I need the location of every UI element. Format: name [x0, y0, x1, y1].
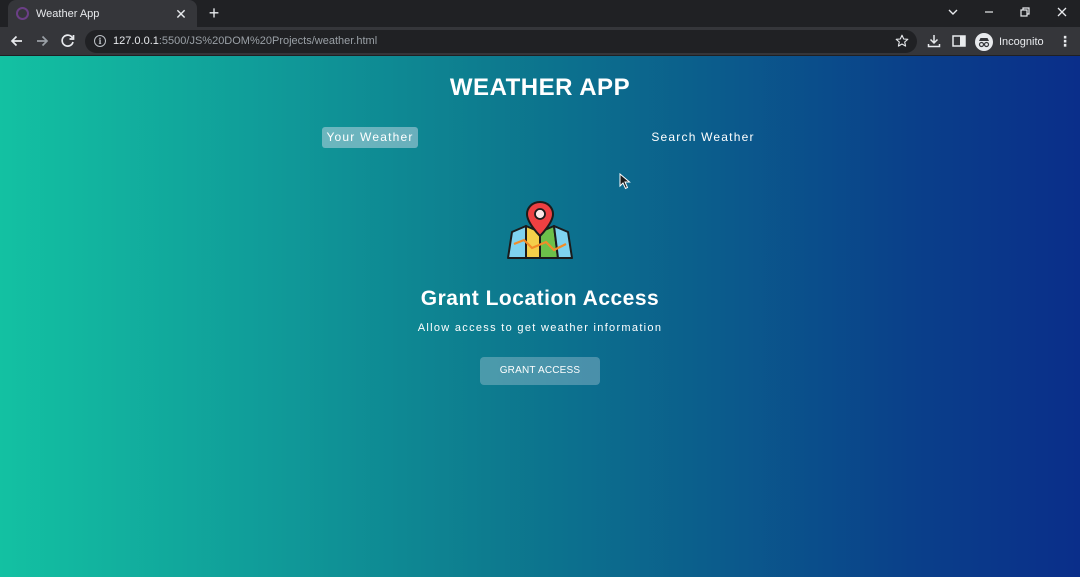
tab-search-button[interactable]	[940, 3, 966, 21]
star-icon[interactable]	[895, 34, 909, 48]
minimize-button[interactable]	[976, 3, 1002, 21]
browser-toolbar: i 127.0.0.1:5500/JS%20DOM%20Projects/wea…	[0, 27, 1080, 56]
incognito-icon	[975, 32, 993, 51]
minimize-icon	[985, 11, 993, 13]
close-window-button[interactable]	[1049, 3, 1075, 21]
browser-tab[interactable]: Weather App ✕	[8, 0, 197, 27]
favicon-icon	[16, 7, 29, 20]
new-tab-button[interactable]: +	[204, 4, 224, 24]
grant-access-button[interactable]: GRANT ACCESS	[480, 357, 600, 385]
reload-icon[interactable]	[58, 31, 78, 51]
url-text[interactable]: 127.0.0.1:5500/JS%20DOM%20Projects/weath…	[113, 30, 377, 53]
tab-title: Weather App	[36, 7, 100, 20]
side-panel-icon[interactable]	[951, 33, 967, 49]
tab-your-weather[interactable]: Your Weather	[322, 127, 418, 148]
address-bar[interactable]: i 127.0.0.1:5500/JS%20DOM%20Projects/wea…	[85, 30, 917, 53]
restore-button[interactable]	[1012, 3, 1038, 21]
close-icon[interactable]: ✕	[173, 6, 189, 22]
download-icon[interactable]	[926, 33, 942, 49]
url-path: :5500/JS%20DOM%20Projects/weather.html	[158, 35, 378, 47]
tab-search-weather[interactable]: Search Weather	[648, 127, 758, 148]
restore-icon	[1020, 7, 1030, 17]
forward-arrow-icon[interactable]	[32, 31, 52, 51]
grant-location-subtext: Allow access to get weather information	[417, 322, 663, 334]
mouse-cursor-icon	[619, 173, 631, 190]
url-host: 127.0.0.1	[113, 35, 159, 47]
info-icon[interactable]: i	[94, 35, 106, 47]
grant-location-heading: Grant Location Access	[420, 287, 660, 310]
app-title: WEATHER APP	[449, 74, 631, 101]
tab-strip: Weather App ✕ +	[0, 0, 1080, 27]
back-arrow-icon[interactable]	[7, 31, 27, 51]
plus-icon: +	[208, 3, 220, 23]
location-map-icon	[507, 201, 573, 259]
incognito-profile[interactable]: Incognito	[975, 31, 1044, 52]
incognito-label: Incognito	[999, 35, 1044, 48]
kebab-menu-icon[interactable]: ⋮	[1058, 33, 1072, 49]
close-window-icon	[1057, 7, 1067, 17]
weather-app-page: WEATHER APP Your Weather Search Weather …	[0, 56, 1080, 577]
chevron-down-icon	[948, 9, 958, 15]
